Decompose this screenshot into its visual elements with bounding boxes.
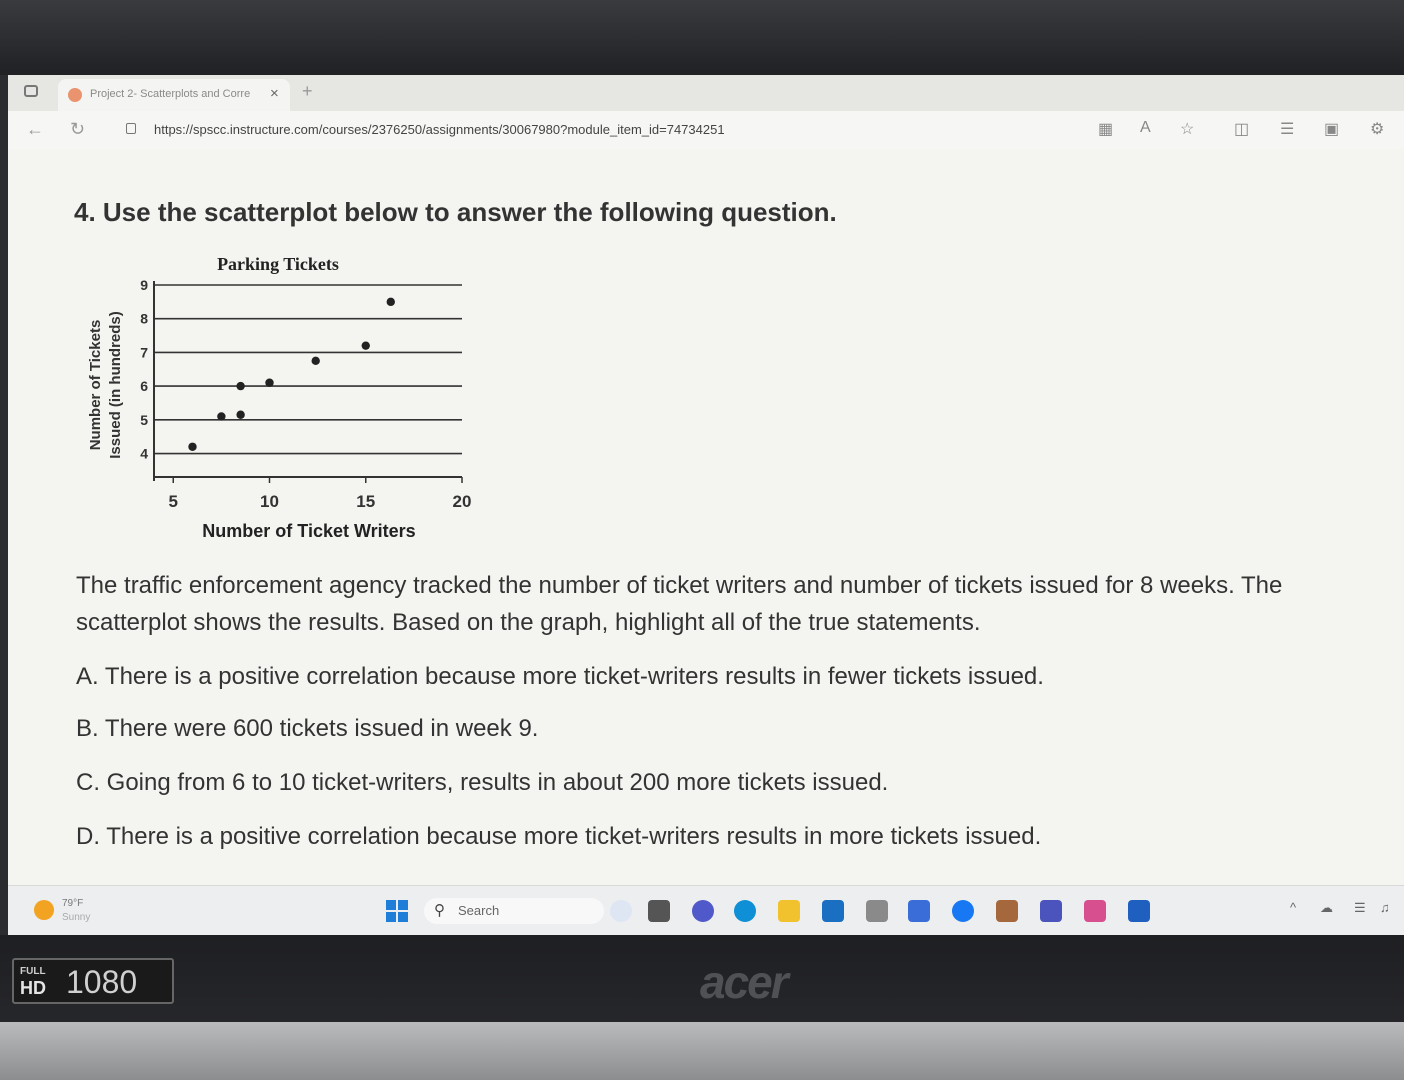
question-heading: 4. Use the scatterplot below to answer t… — [74, 197, 837, 227]
option-a[interactable]: A. There is a positive correlation becau… — [76, 663, 1044, 691]
media-app-icon[interactable] — [1084, 900, 1106, 922]
weather-condition[interactable]: Sunny — [62, 912, 90, 923]
question-paragraph: The traffic enforcement agency tracked t… — [76, 572, 1283, 636]
url-field[interactable]: https://spscc.instructure.com/courses/23… — [154, 122, 725, 137]
scatter-point — [236, 381, 245, 391]
dropbox-icon[interactable] — [908, 900, 930, 922]
teams-icon[interactable] — [1040, 900, 1062, 922]
tab-bar: Project 2- Scatterplots and Corre × + — [8, 75, 1404, 111]
scatterplot-chart: Parking Tickets Number of Tickets Issued… — [87, 254, 472, 541]
taskbar: 79°F Sunny ⚲ Search ^ ☁ ☰ ♫ — [8, 885, 1404, 935]
badge-resolution-text: 1080 — [66, 964, 138, 1000]
grid-view-icon[interactable]: ▦ — [1098, 119, 1113, 139]
scatter-point — [265, 378, 274, 387]
desk-surface — [0, 1022, 1404, 1080]
store-icon[interactable] — [822, 900, 844, 922]
task-view-icon[interactable] — [648, 900, 670, 922]
full-hd-badge: FULL HD 1080 — [12, 958, 174, 1004]
taskbar-search[interactable]: ⚲ Search — [424, 898, 604, 924]
x-tick-label: 5 — [169, 492, 178, 511]
start-windows-icon[interactable] — [386, 900, 408, 922]
bing-icon[interactable] — [610, 900, 632, 922]
y-tick-label: 7 — [140, 344, 148, 360]
badge-full-text: FULL — [20, 966, 46, 977]
refresh-icon[interactable]: ↻ — [70, 119, 85, 140]
browser-tab[interactable]: Project 2- Scatterplots and Corre × — [58, 79, 290, 111]
file-explorer-icon[interactable] — [778, 900, 800, 922]
weather-sun-icon[interactable] — [34, 900, 54, 920]
tab-favicon-icon — [68, 88, 82, 102]
x-tick-label: 10 — [260, 492, 279, 511]
calculator-icon[interactable] — [866, 900, 888, 922]
edge-icon[interactable] — [734, 900, 756, 922]
onedrive-icon[interactable]: ☁ — [1320, 900, 1333, 916]
y-tick-label: 8 — [140, 311, 148, 327]
wifi-icon[interactable]: ☰ — [1354, 900, 1366, 916]
search-icon: ⚲ — [434, 902, 445, 919]
chat-icon[interactable] — [692, 900, 714, 922]
window-menu-icon[interactable] — [24, 85, 38, 97]
tab-title: Project 2- Scatterplots and Corre — [90, 88, 251, 100]
x-axis-label: Number of Ticket Writers — [202, 521, 415, 541]
monitor-bezel-top — [0, 0, 1404, 75]
y-tick-label: 9 — [140, 277, 148, 293]
scatter-point — [188, 442, 197, 451]
x-tick-label: 15 — [356, 492, 375, 511]
search-label: Search — [458, 903, 500, 918]
facebook-icon[interactable] — [952, 900, 974, 922]
tray-chevron-icon[interactable]: ^ — [1290, 900, 1296, 915]
y-tick-label: 5 — [140, 412, 148, 428]
extensions-icon[interactable]: ⚙ — [1370, 119, 1384, 139]
read-aloud-icon[interactable]: A — [1140, 119, 1151, 137]
collections-icon[interactable]: ▣ — [1324, 119, 1339, 139]
y-axis-label-line1: Number of Tickets — [87, 320, 104, 451]
option-b[interactable]: B. There were 600 tickets issued in week… — [76, 715, 538, 743]
split-screen-icon[interactable]: ◫ — [1234, 119, 1249, 139]
new-tab-icon[interactable]: + — [302, 81, 313, 102]
y-axis-label-line2: Issued (in hundreds) — [107, 311, 124, 459]
scatter-point — [311, 356, 320, 366]
option-d[interactable]: D. There is a positive correlation becau… — [76, 823, 1041, 851]
address-bar: ← ↻ https://spscc.instructure.com/course… — [8, 111, 1404, 150]
scatter-point — [217, 412, 226, 421]
badge-hd-text: HD — [20, 978, 46, 998]
brand-logo: acer — [700, 956, 789, 1008]
volume-icon[interactable]: ♫ — [1380, 900, 1390, 915]
mail-icon[interactable] — [1128, 900, 1150, 922]
option-c[interactable]: C. Going from 6 to 10 ticket-writers, re… — [76, 769, 888, 797]
back-icon[interactable]: ← — [26, 119, 44, 140]
weather-temperature[interactable]: 79°F — [62, 898, 83, 909]
y-tick-label: 4 — [140, 446, 148, 462]
favorite-star-icon[interactable]: ☆ — [1180, 119, 1194, 139]
tab-close-icon[interactable]: × — [270, 85, 279, 102]
scatter-point — [386, 297, 395, 307]
scatter-point — [236, 410, 245, 419]
x-tick-label: 20 — [453, 492, 472, 511]
photo-app-icon[interactable] — [996, 900, 1018, 922]
chart-title: Parking Tickets — [217, 254, 339, 274]
y-tick-label: 6 — [140, 378, 148, 394]
scatter-point — [361, 341, 370, 350]
screen: Project 2- Scatterplots and Corre × + ← … — [8, 75, 1404, 935]
favorites-list-icon[interactable]: ☰ — [1280, 119, 1294, 139]
lock-icon[interactable] — [126, 123, 136, 134]
